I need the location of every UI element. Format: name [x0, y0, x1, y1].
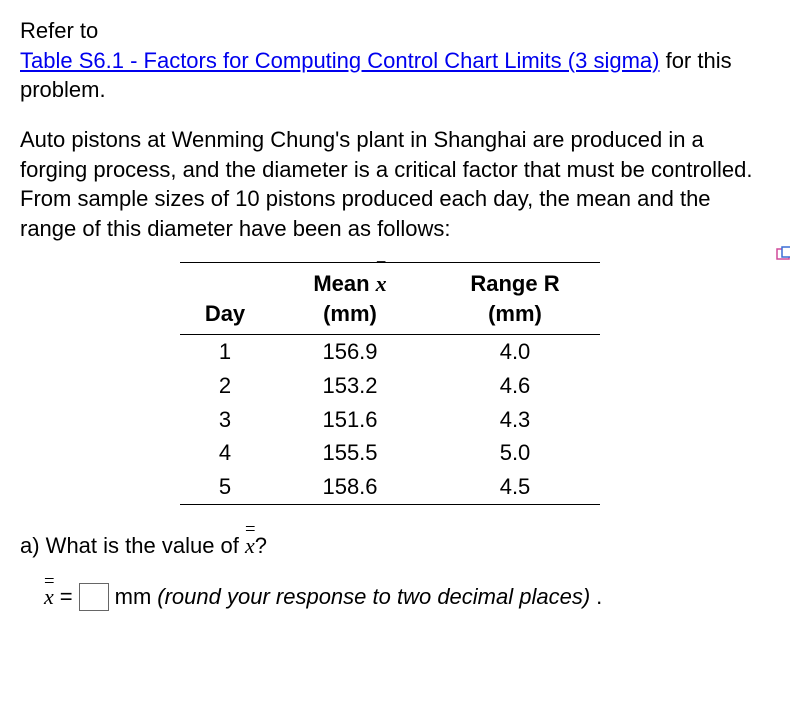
- table-row: 5 158.6 4.5: [180, 470, 600, 504]
- answer-row: x = mm (round your response to two decim…: [44, 582, 770, 612]
- header-day: Day: [180, 262, 270, 334]
- table-action-icon[interactable]: [776, 240, 790, 256]
- unit-label: mm: [115, 582, 152, 612]
- data-table: Day Mean x (mm) Range R (mm) 1 156.9 4.0…: [180, 262, 600, 505]
- cell-mean: 158.6: [270, 470, 430, 504]
- problem-statement: Auto pistons at Wenming Chung's plant in…: [20, 125, 770, 244]
- data-table-wrapper: Day Mean x (mm) Range R (mm) 1 156.9 4.0…: [180, 262, 770, 505]
- table-row: 3 151.6 4.3: [180, 403, 600, 437]
- cell-mean: 155.5: [270, 436, 430, 470]
- cell-day: 1: [180, 335, 270, 369]
- intro-text: Refer to Table S6.1 - Factors for Comput…: [20, 16, 770, 105]
- question-post: ?: [255, 533, 267, 558]
- table-reference-link[interactable]: Table S6.1 - Factors for Computing Contr…: [20, 48, 659, 73]
- x-double-bar: x: [245, 531, 255, 561]
- rounding-hint: (round your response to two decimal plac…: [157, 582, 590, 612]
- cell-range: 4.0: [430, 335, 600, 369]
- table-row: 2 153.2 4.6: [180, 369, 600, 403]
- cell-mean: 153.2: [270, 369, 430, 403]
- table-row: 4 155.5 5.0: [180, 436, 600, 470]
- intro-pre: Refer to: [20, 18, 98, 43]
- cell-mean: 156.9: [270, 335, 430, 369]
- table-header-row: Day Mean x (mm) Range R (mm): [180, 262, 600, 334]
- cell-range: 4.5: [430, 470, 600, 504]
- x-double-bar-answer: x: [44, 582, 54, 612]
- question-pre: a) What is the value of: [20, 533, 245, 558]
- answer-input[interactable]: [79, 583, 109, 611]
- period: .: [596, 582, 602, 612]
- cell-range: 4.6: [430, 369, 600, 403]
- cell-range: 4.3: [430, 403, 600, 437]
- cell-day: 5: [180, 470, 270, 504]
- header-mean: Mean x (mm): [270, 262, 430, 334]
- header-range: Range R (mm): [430, 262, 600, 334]
- cell-day: 4: [180, 436, 270, 470]
- table-row: 1 156.9 4.0: [180, 335, 600, 369]
- cell-day: 3: [180, 403, 270, 437]
- cell-day: 2: [180, 369, 270, 403]
- cell-range: 5.0: [430, 436, 600, 470]
- question-a: a) What is the value of x?: [20, 531, 770, 561]
- cell-mean: 151.6: [270, 403, 430, 437]
- equals-sign: =: [60, 582, 73, 612]
